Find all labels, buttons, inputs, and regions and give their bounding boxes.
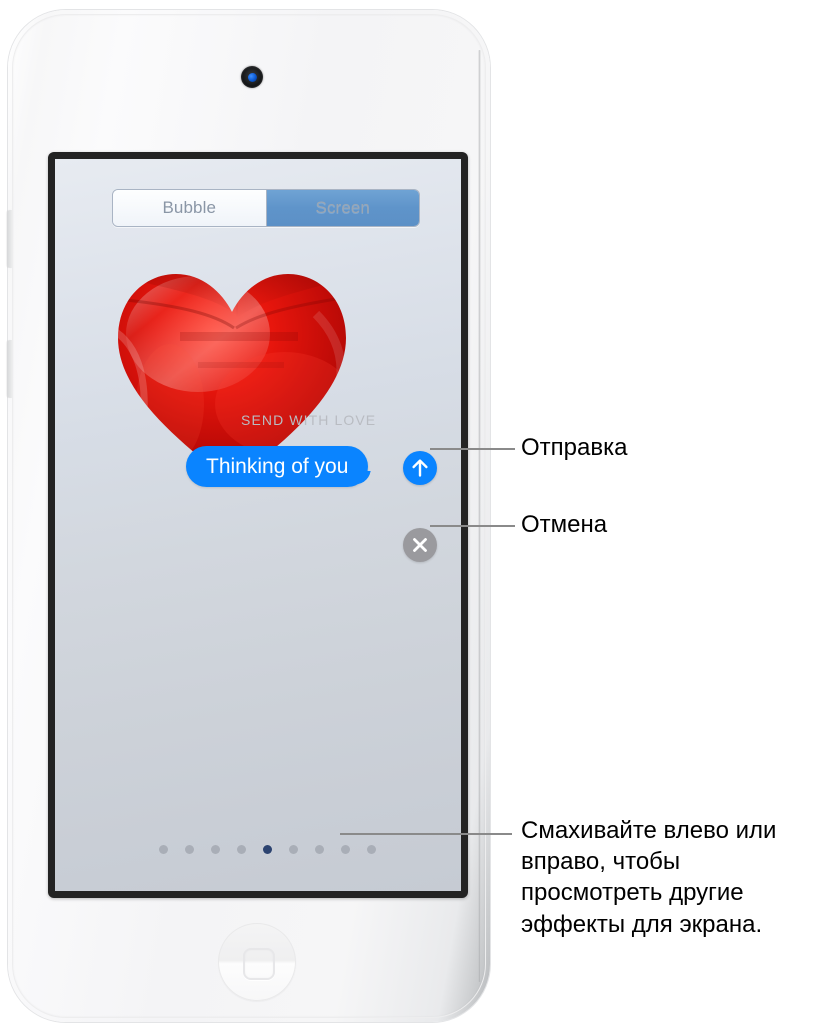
message-bubble: Thinking of you <box>186 446 369 487</box>
arrow-up-icon <box>412 459 428 477</box>
page-dot[interactable] <box>341 845 350 854</box>
camera-lens <box>247 72 257 82</box>
page-dot[interactable] <box>367 845 376 854</box>
tab-screen[interactable]: Screen <box>266 190 419 226</box>
volume-down-button[interactable] <box>7 340 12 398</box>
volume-up-button[interactable] <box>7 210 12 268</box>
home-square-icon <box>243 948 275 980</box>
device-side-seam <box>478 50 481 982</box>
message-bubble-tail <box>358 471 378 491</box>
home-button[interactable] <box>218 923 296 1001</box>
effect-caption: SEND WITH LOVE <box>241 412 377 428</box>
page-dot[interactable] <box>289 845 298 854</box>
page-indicator-dots[interactable] <box>159 845 376 854</box>
device-screen: Bubble Screen SEND WITH LOVE Thinking of… <box>55 159 461 891</box>
page-dot[interactable] <box>185 845 194 854</box>
send-button[interactable] <box>403 451 437 485</box>
callout-label-cancel: Отмена <box>521 511 608 538</box>
callout-leader-line-send <box>430 448 515 450</box>
device-body: Bubble Screen SEND WITH LOVE Thinking of… <box>7 10 490 1022</box>
callout-label-send: Отправка <box>521 434 628 461</box>
cancel-button[interactable] <box>403 528 437 562</box>
close-x-icon <box>413 538 427 552</box>
screen-bezel: Bubble Screen SEND WITH LOVE Thinking of… <box>48 152 468 898</box>
front-camera-icon <box>241 66 263 88</box>
page-dot-active[interactable] <box>263 845 272 854</box>
page-dot[interactable] <box>159 845 168 854</box>
page-dot[interactable] <box>211 845 220 854</box>
page-dot[interactable] <box>315 845 324 854</box>
callout-label-swipe: Смахивайте влево или вправо, чтобы просм… <box>521 817 777 938</box>
effect-type-segmented-control[interactable]: Bubble Screen <box>112 189 420 227</box>
callout-leader-line-cancel <box>430 525 515 527</box>
page-dot[interactable] <box>237 845 246 854</box>
tab-bubble[interactable]: Bubble <box>113 190 267 226</box>
callout-leader-line-swipe <box>340 833 512 835</box>
